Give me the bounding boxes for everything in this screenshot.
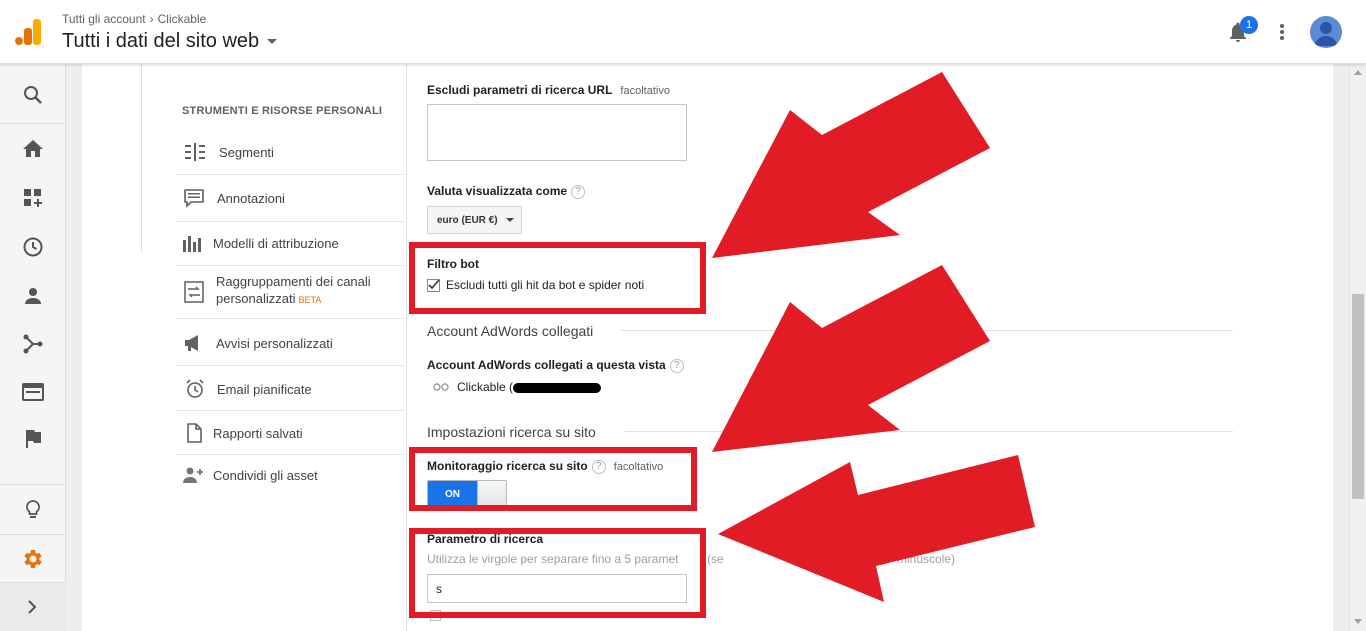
- search-icon[interactable]: [21, 83, 45, 107]
- help-icon[interactable]: ?: [669, 358, 684, 373]
- exclude-params-label-text: Escludi parametri di ricerca URL: [427, 83, 613, 97]
- segments-icon: [185, 143, 205, 161]
- menu-divider: [176, 221, 405, 222]
- nav-divider: [0, 534, 66, 535]
- breadcrumb[interactable]: Tutti gli account › Clickable: [62, 12, 206, 26]
- caret-down-icon: [267, 39, 278, 44]
- chevron-right-icon: ›: [149, 12, 154, 26]
- breadcrumb-account[interactable]: Tutti gli account: [62, 12, 146, 26]
- menu-item-label: Avvisi personalizzati: [216, 335, 333, 351]
- channel-grouping-icon: [184, 281, 204, 303]
- menu-item-segments[interactable]: Segmenti: [176, 140, 405, 164]
- adwords-linked-label: Account AdWords collegati a questa vista…: [427, 358, 684, 373]
- caret-down-icon: [505, 218, 514, 222]
- linked-adwords-account: Clickable (: [433, 380, 602, 394]
- account-person-icon: [1314, 22, 1338, 46]
- conversions-flag-icon[interactable]: [21, 427, 45, 451]
- menu-item-label: Annotazioni: [217, 190, 285, 206]
- menu-item-saved-reports[interactable]: Rapporti salvati: [176, 421, 405, 445]
- column-divider: [406, 64, 407, 631]
- discover-lightbulb-icon[interactable]: [21, 498, 45, 522]
- audience-icon[interactable]: [21, 284, 45, 308]
- beta-badge: BETA: [298, 295, 322, 305]
- menu-item-label-group: Raggruppamenti dei canali personalizzati…: [216, 273, 371, 309]
- share-user-icon: [183, 467, 203, 483]
- menu-divider: [176, 265, 405, 266]
- behavior-icon[interactable]: [21, 380, 45, 404]
- saved-report-icon: [187, 423, 202, 443]
- menu-item-label: Raggruppamenti dei canali: [216, 274, 371, 289]
- home-icon[interactable]: [21, 137, 45, 161]
- menu-item-label: personalizzati: [216, 291, 296, 306]
- nav-divider: [0, 484, 66, 485]
- exclude-params-label: Escludi parametri di ricerca URL facoltat…: [427, 83, 670, 97]
- scroll-up-icon[interactable]: [1354, 70, 1362, 75]
- menu-divider: [176, 174, 405, 175]
- more-vert-icon[interactable]: [1272, 22, 1292, 42]
- currency-label-text: Valuta visualizzata come: [427, 184, 568, 198]
- analytics-logo-icon[interactable]: [15, 19, 41, 45]
- user-avatar[interactable]: [1310, 16, 1342, 48]
- annotation-box-search-param: [409, 528, 706, 618]
- exclude-params-textarea[interactable]: [427, 104, 687, 161]
- section-rule: [625, 431, 1233, 432]
- property-view-selector[interactable]: Tutti i dati del sito web: [62, 30, 278, 53]
- optional-tag: facoltativo: [620, 85, 670, 97]
- menu-item-custom-channel-groupings[interactable]: Raggruppamenti dei canali personalizzati…: [176, 273, 405, 311]
- adwords-linked-label-text: Account AdWords collegati a questa vista: [427, 358, 666, 372]
- link-icon: [433, 383, 449, 391]
- expand-nav-button[interactable]: [0, 582, 66, 631]
- menu-item-label: Condividi gli asset: [213, 467, 318, 483]
- menu-divider: [176, 318, 405, 319]
- acquisition-icon[interactable]: [21, 332, 45, 356]
- site-search-section-heading: Impostazioni ricerca su sito: [427, 424, 596, 440]
- annotation-box-bot-filter: [409, 242, 706, 314]
- adwords-section-heading: Account AdWords collegati: [427, 323, 594, 339]
- admin-gear-icon[interactable]: [21, 547, 45, 571]
- menu-item-label: Rapporti salvati: [213, 425, 303, 441]
- notification-badge[interactable]: 1: [1240, 16, 1258, 34]
- menu-item-label: Modelli di attribuzione: [213, 235, 339, 251]
- chevron-right-icon: [28, 600, 37, 614]
- nav-divider: [0, 123, 66, 124]
- column-divider: [141, 64, 142, 252]
- left-navigation: [0, 64, 66, 631]
- menu-item-attribution-models[interactable]: Modelli di attribuzione: [176, 231, 405, 255]
- menu-item-share-assets[interactable]: Condividi gli asset: [176, 463, 405, 487]
- customization-icon[interactable]: [21, 186, 45, 210]
- menu-item-custom-alerts[interactable]: Avvisi personalizzati: [176, 331, 405, 355]
- currency-label: Valuta visualizzata come?: [427, 184, 586, 199]
- currency-select-value: euro (EUR €): [437, 214, 498, 226]
- menu-item-label: Email pianificate: [217, 381, 312, 397]
- megaphone-icon: [185, 335, 198, 351]
- menu-item-label: Segmenti: [219, 144, 274, 160]
- section-rule: [621, 330, 1233, 331]
- page-scrollbar[interactable]: [1349, 64, 1366, 631]
- breadcrumb-property[interactable]: Clickable: [158, 12, 207, 26]
- search-param-hint-text: (se: [707, 552, 724, 566]
- menu-item-annotations[interactable]: Annotazioni: [176, 186, 405, 210]
- search-param-hint-text: minuscole): [897, 552, 956, 566]
- currency-select[interactable]: euro (EUR €): [427, 206, 522, 234]
- help-icon[interactable]: ?: [571, 184, 586, 199]
- attribution-icon: [183, 236, 201, 252]
- linked-account-name: Clickable (: [457, 380, 514, 394]
- menu-divider: [176, 365, 405, 366]
- realtime-icon[interactable]: [21, 235, 45, 259]
- scrollbar-thumb[interactable]: [1352, 294, 1364, 499]
- menu-divider: [176, 410, 405, 411]
- scroll-down-icon[interactable]: [1354, 619, 1362, 624]
- menu-section-title: STRUMENTI E RISORSE PERSONALI: [182, 105, 383, 117]
- alarm-clock-icon: [186, 379, 204, 398]
- redacted-account-id: [513, 382, 602, 393]
- menu-divider: [176, 454, 405, 455]
- page-title: Tutti i dati del sito web: [62, 30, 260, 52]
- top-header: Tutti gli account › Clickable Tutti i dati…: [0, 0, 1366, 64]
- menu-item-scheduled-emails[interactable]: Email pianificate: [176, 377, 405, 401]
- annotation-box-site-search: [409, 447, 697, 511]
- annotations-icon: [184, 189, 204, 208]
